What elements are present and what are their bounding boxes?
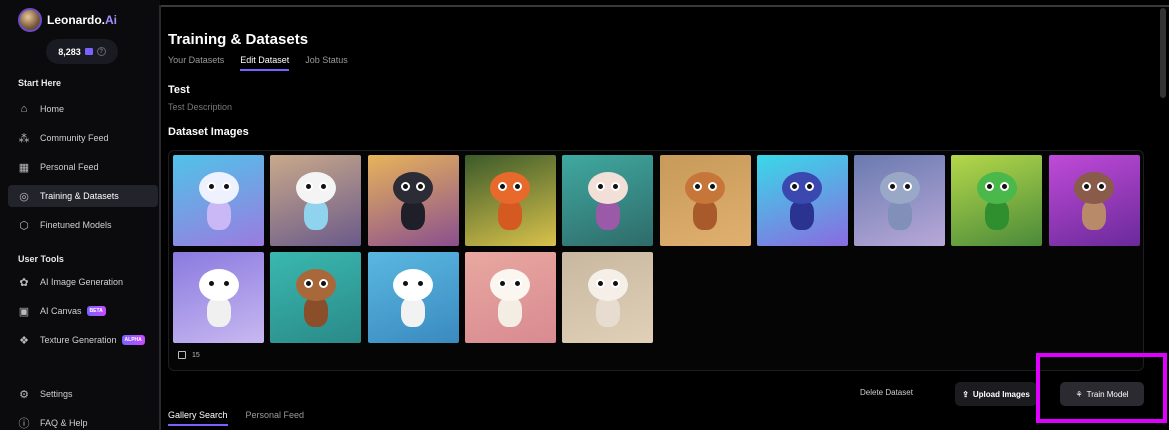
credits-amount: 8,283 xyxy=(58,46,81,57)
creature-figure xyxy=(682,172,728,232)
sidebar-item-label: Training & Datasets xyxy=(40,191,119,201)
tab-your-datasets[interactable]: Your Datasets xyxy=(168,55,224,71)
creature-figure xyxy=(487,269,533,329)
bottom-tabs: Gallery Search Personal Feed xyxy=(168,410,304,426)
creature-figure xyxy=(196,269,242,329)
tab-gallery-search[interactable]: Gallery Search xyxy=(168,410,228,426)
dataset-description[interactable]: Test Description xyxy=(168,102,232,112)
delete-dataset-button[interactable]: Delete Dataset xyxy=(860,388,913,397)
sidebar-item-finetuned-models[interactable]: ⬡ Finetuned Models xyxy=(8,214,158,236)
dataset-image[interactable] xyxy=(173,252,264,343)
tab-personal-feed[interactable]: Personal Feed xyxy=(246,410,305,426)
community-icon: ⁂ xyxy=(18,132,30,145)
copy-icon xyxy=(178,351,186,359)
training-icon: ◎ xyxy=(19,190,29,203)
creature-figure xyxy=(585,269,631,329)
status-badge: BETA xyxy=(86,306,106,316)
sidebar-item-ai-canvas[interactable]: ▣ AI Canvas BETA xyxy=(8,300,158,322)
cube-icon: ⬡ xyxy=(19,219,29,232)
creature-figure xyxy=(293,269,339,329)
tab-job-status[interactable]: Job Status xyxy=(305,55,348,71)
home-icon: ⌂ xyxy=(20,103,28,115)
dataset-image[interactable] xyxy=(367,155,459,246)
highlight-box xyxy=(1036,353,1167,423)
dataset-image[interactable] xyxy=(1048,155,1140,246)
section-user-tools: User Tools xyxy=(18,254,64,264)
creature-figure xyxy=(390,269,436,329)
creature-figure xyxy=(1071,172,1117,232)
app-window: Leonardo.Ai 8,283 ? Start Here ⌂ Home ⁂ Com… xyxy=(0,0,1169,430)
top-tabs: Your Datasets Edit Dataset Job Status xyxy=(168,55,348,71)
sidebar-item-settings[interactable]: ⚙ Settings xyxy=(8,383,158,405)
upload-icon: ⇪ xyxy=(962,389,969,399)
dataset-image[interactable] xyxy=(756,155,848,246)
sidebar-item-label: Personal Feed xyxy=(40,162,99,172)
sidebar-item-label: Texture Generation xyxy=(40,335,117,345)
dataset-image[interactable] xyxy=(367,252,459,343)
image-count-value: 15 xyxy=(192,351,200,359)
logo-avatar xyxy=(18,8,42,32)
sidebar-item-label: Finetuned Models xyxy=(40,220,112,230)
section-start-here: Start Here xyxy=(18,78,62,88)
image-count: 15 xyxy=(178,351,200,359)
top-border xyxy=(0,5,1169,7)
help-icon: ⓘ xyxy=(18,418,30,430)
scrollbar[interactable] xyxy=(1160,8,1166,98)
creature-figure xyxy=(293,172,339,232)
gear-icon: ⚙ xyxy=(19,388,29,401)
dataset-image[interactable] xyxy=(270,155,362,246)
tab-edit-dataset[interactable]: Edit Dataset xyxy=(240,55,290,71)
sidebar-item-faq[interactable]: ⓘ FAQ & Help xyxy=(8,412,158,430)
sidebar-item-label: AI Image Generation xyxy=(40,277,124,287)
dataset-image[interactable] xyxy=(270,252,362,343)
creature-figure xyxy=(585,172,631,232)
sidebar-item-texture-generation[interactable]: ❖ Texture Generation ALPHA xyxy=(8,329,158,351)
dataset-image[interactable] xyxy=(562,155,654,246)
sidebar-item-label: AI Canvas xyxy=(40,306,82,316)
upload-label: Upload Images xyxy=(972,389,1030,399)
palette-icon: ✿ xyxy=(19,276,29,289)
status-badge: ALPHA xyxy=(121,335,145,345)
upload-images-button[interactable]: ⇪ Upload Images xyxy=(955,382,1037,406)
dataset-image[interactable] xyxy=(464,155,556,246)
token-icon xyxy=(84,48,93,55)
grid-icon: ▦ xyxy=(18,161,30,174)
dataset-image[interactable] xyxy=(659,155,751,246)
dataset-images-heading: Dataset Images xyxy=(168,126,249,138)
info-icon[interactable]: ? xyxy=(96,47,106,56)
sidebar-item-label: Community Feed xyxy=(40,133,109,143)
sidebar-item-label: Settings xyxy=(40,389,73,399)
sidebar-item-training-datasets[interactable]: ◎ Training & Datasets xyxy=(8,185,158,207)
sidebar-divider xyxy=(159,5,161,430)
dataset-image[interactable] xyxy=(854,155,946,246)
creature-figure xyxy=(390,172,436,232)
creature-figure xyxy=(877,172,923,232)
creature-figure xyxy=(974,172,1020,232)
texture-icon: ❖ xyxy=(19,334,29,347)
page-title: Training & Datasets xyxy=(168,31,309,48)
sidebar: Leonardo.Ai 8,283 ? Start Here ⌂ Home ⁂ Com… xyxy=(0,0,160,430)
sidebar-item-label: Home xyxy=(40,104,65,114)
sidebar-item-personal-feed[interactable]: ▦ Personal Feed xyxy=(8,156,158,178)
dataset-image[interactable] xyxy=(464,252,556,343)
sidebar-item-home[interactable]: ⌂ Home xyxy=(8,98,158,120)
dataset-image[interactable] xyxy=(562,252,654,343)
sidebar-item-label: FAQ & Help xyxy=(40,418,88,428)
dataset-name[interactable]: Test xyxy=(168,84,190,96)
sidebar-item-community-feed[interactable]: ⁂ Community Feed xyxy=(8,127,158,149)
canvas-icon: ▣ xyxy=(18,305,30,318)
dataset-image[interactable] xyxy=(951,155,1043,246)
creature-figure xyxy=(487,172,533,232)
sidebar-item-ai-image-generation[interactable]: ✿ AI Image Generation xyxy=(8,271,158,293)
creature-figure xyxy=(779,172,825,232)
dataset-image[interactable] xyxy=(173,155,264,246)
app-name: Leonardo.Ai xyxy=(47,13,118,27)
credits-pill[interactable]: 8,283 ? xyxy=(46,39,118,64)
logo[interactable]: Leonardo.Ai xyxy=(18,8,117,32)
creature-figure xyxy=(196,172,242,232)
